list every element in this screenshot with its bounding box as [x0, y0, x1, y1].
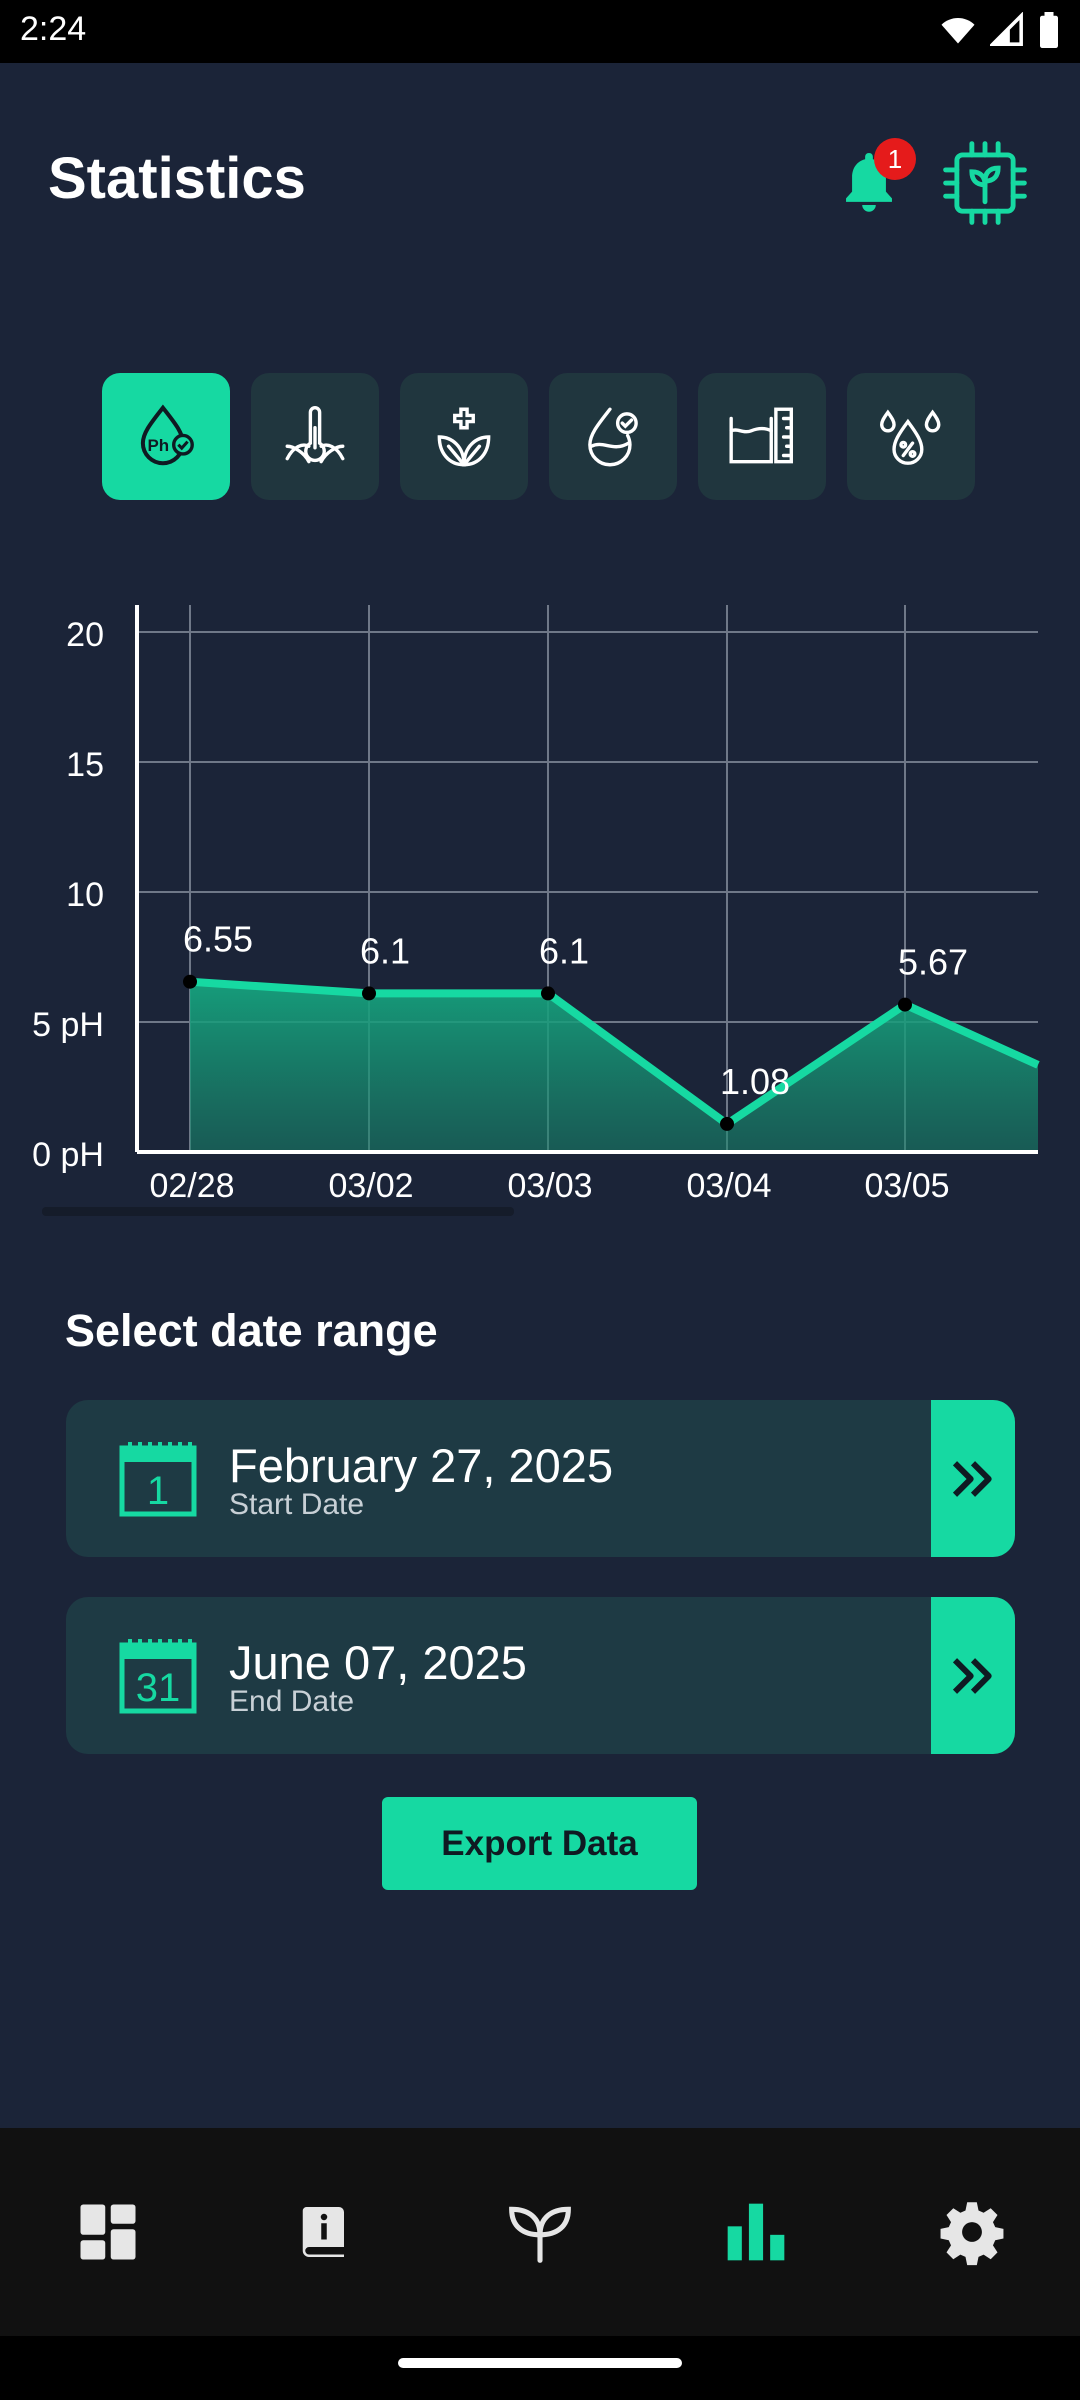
sensor-temperature-button[interactable]	[251, 373, 379, 500]
settings-gear-icon	[940, 2202, 1004, 2266]
y-tick-label: 10	[66, 876, 104, 914]
svg-text:Ph: Ph	[148, 435, 170, 454]
sensor-humidity-button[interactable]	[847, 373, 975, 500]
x-tick-label: 03/05	[864, 1167, 949, 1205]
x-tick-label: 03/02	[328, 1167, 413, 1205]
start-date-pick-button[interactable]	[931, 1400, 1015, 1557]
notification-badge: 1	[874, 138, 916, 180]
humidity-drops-icon	[880, 409, 941, 465]
nav-dashboard[interactable]	[54, 2178, 162, 2286]
start-date-value: February 27, 2025	[229, 1439, 614, 1492]
data-point	[541, 986, 555, 1001]
x-tick-label: 03/04	[686, 1167, 771, 1205]
sensor-water-quality-button[interactable]	[549, 373, 677, 500]
calendar-icon: 31	[119, 1639, 197, 1714]
sensor-plant-health-button[interactable]	[400, 373, 528, 500]
bottom-navigation	[0, 2128, 1080, 2336]
calendar-day: 1	[147, 1469, 169, 1513]
chart-scrollbar[interactable]	[42, 1207, 514, 1216]
temperature-plant-icon	[285, 405, 345, 463]
end-date-label: End Date	[229, 1685, 355, 1718]
start-date-card[interactable]: 1 February 27, 2025 Start Date	[66, 1400, 1015, 1557]
data-point	[898, 997, 912, 1012]
info-book-icon	[302, 2207, 344, 2257]
data-point	[720, 1116, 734, 1131]
sensor-water-level-button[interactable]	[698, 373, 826, 500]
nav-statistics[interactable]	[702, 2178, 810, 2286]
sensor-ph-button[interactable]: Ph	[102, 373, 230, 500]
start-date-label: Start Date	[229, 1488, 365, 1521]
end-date-card[interactable]: 31 June 07, 2025 End Date	[66, 1597, 1015, 1754]
data-label: 6.1	[539, 930, 589, 971]
data-label: 5.67	[898, 942, 968, 983]
home-gesture-handle[interactable]	[398, 2358, 682, 2368]
nav-settings[interactable]	[918, 2178, 1026, 2286]
export-data-button[interactable]: Export Data	[382, 1797, 697, 1890]
nav-plants[interactable]	[486, 2178, 594, 2286]
status-time: 2:24	[20, 10, 87, 48]
date-range-title: Select date range	[65, 1305, 438, 1356]
y-tick-label: 5 pH	[32, 1006, 104, 1044]
end-date-pick-button[interactable]	[931, 1597, 1015, 1754]
battery-icon	[1040, 12, 1058, 48]
data-point	[183, 974, 197, 989]
x-tick-label: 02/28	[149, 1167, 234, 1205]
page-title: Statistics	[48, 146, 306, 211]
nav-info[interactable]	[270, 2178, 378, 2286]
double-chevron-right-icon	[952, 1460, 992, 1497]
wifi-icon	[941, 18, 975, 44]
end-date-value: June 07, 2025	[229, 1636, 527, 1689]
data-label: 1.08	[720, 1061, 790, 1102]
y-tick-label: 0 pH	[32, 1136, 104, 1174]
ph-icon: Ph	[140, 403, 194, 465]
statistics-bar-icon	[727, 2203, 785, 2261]
x-tick-label: 03/03	[507, 1167, 592, 1205]
y-tick-label: 15	[66, 746, 104, 784]
water-level-icon	[729, 407, 793, 463]
data-point	[362, 986, 376, 1001]
signal-icon	[990, 12, 1023, 46]
water-quality-icon	[588, 407, 638, 466]
dashboard-icon	[80, 2204, 136, 2260]
data-label: 6.1	[360, 930, 410, 971]
y-tick-label: 20	[66, 616, 104, 654]
device-chip-icon[interactable]	[940, 138, 1030, 228]
plant-health-icon	[437, 407, 491, 466]
status-bar: 2:24	[0, 0, 1080, 63]
calendar-day: 31	[136, 1666, 181, 1710]
data-label: 6.55	[183, 919, 253, 960]
ph-line-chart: 0 pH 5 pH 10 15 20 6.55 6.1 6.1 1.08 5.67 02/28 03/…	[32, 605, 1040, 1205]
double-chevron-right-icon	[952, 1657, 992, 1694]
plant-sprout-icon	[509, 2206, 571, 2263]
gesture-bar	[0, 2336, 1080, 2400]
calendar-icon: 1	[119, 1442, 197, 1517]
sensor-selector: Ph	[102, 373, 975, 500]
